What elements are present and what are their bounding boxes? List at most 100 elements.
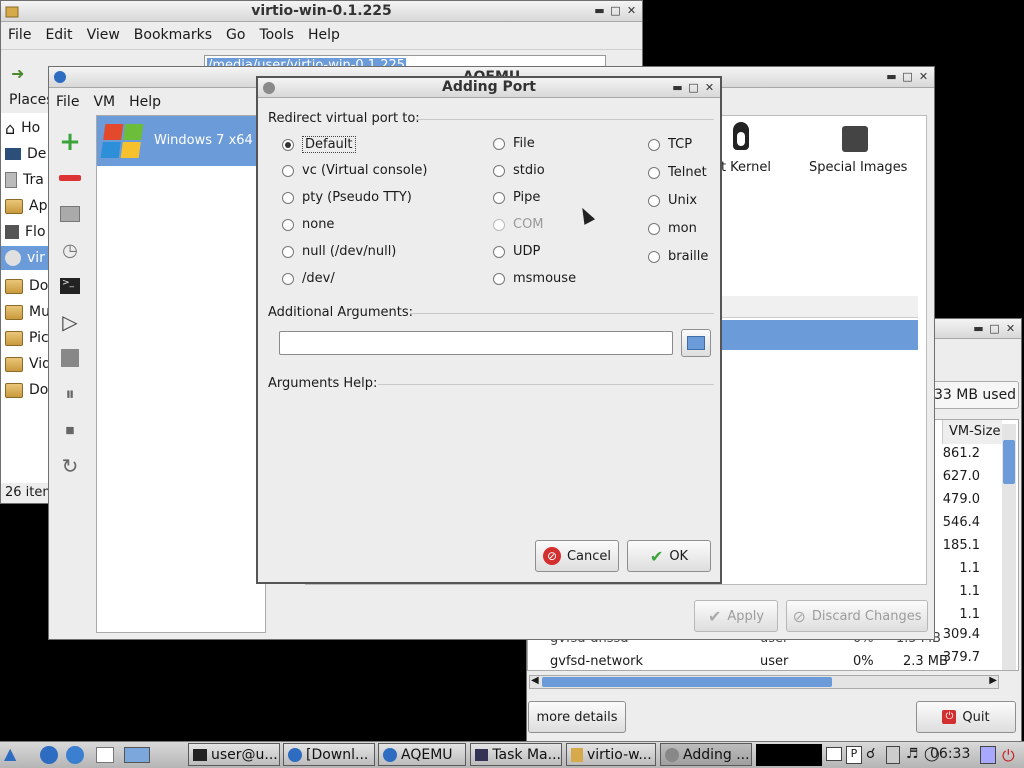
power-icon[interactable]: ⏻ [1002, 746, 1015, 766]
drive-icon[interactable] [57, 201, 83, 227]
tray-clipboard-icon[interactable] [886, 746, 900, 764]
tray-window-icon[interactable] [826, 747, 842, 761]
apply-button[interactable]: ✔ Apply [694, 600, 778, 632]
radio-null[interactable]: null (/dev/null) [282, 244, 396, 259]
radio-dot [493, 272, 505, 285]
minimize-button[interactable]: ▬ [671, 80, 684, 95]
save-icon[interactable] [57, 345, 83, 371]
more-details-button[interactable]: more details [528, 701, 626, 733]
radio-com[interactable]: COM [493, 217, 544, 232]
arguments-edit-button[interactable] [681, 329, 711, 357]
scroll-right-icon[interactable]: ▶ [989, 675, 997, 686]
menu-file[interactable]: File [1, 27, 38, 43]
horizontal-scrollbar[interactable]: ◀ ▶ [529, 675, 999, 689]
menu-go[interactable]: Go [219, 27, 252, 43]
place-videos[interactable]: Vid [5, 352, 51, 376]
minimize-button[interactable]: ▬ [593, 3, 606, 18]
maximize-button[interactable]: □ [988, 321, 1001, 336]
back-arrow-icon[interactable]: ➜ [11, 64, 24, 83]
vm-list-item-windows7[interactable]: Windows 7 x64 [97, 116, 265, 166]
taskbar-aqemu[interactable]: AQEMU [378, 743, 466, 766]
radio-vc[interactable]: vc (Virtual console) [282, 163, 427, 178]
table-row[interactable]: gvfsd-network user 0% 2.3 MB [528, 650, 1018, 670]
menu-bookmarks[interactable]: Bookmarks [127, 27, 219, 43]
radio-dev[interactable]: /dev/ [282, 271, 335, 286]
radio-udp[interactable]: UDP [493, 244, 540, 259]
close-button[interactable]: ✕ [703, 80, 716, 95]
place-downloads[interactable]: Do [5, 378, 48, 402]
radio-unix[interactable]: Unix [648, 193, 697, 208]
menu-help[interactable]: Help [301, 27, 347, 43]
taskbar-task-manager[interactable]: Task Ma... [470, 743, 562, 766]
radio-stdio[interactable]: stdio [493, 163, 545, 178]
minimize-button[interactable]: ▬ [972, 321, 985, 336]
scrollbar-thumb[interactable] [542, 677, 832, 687]
close-button[interactable]: ✕ [1004, 321, 1017, 336]
taskbar-downloads[interactable]: [Downl... [283, 743, 375, 766]
taskbar-terminal[interactable]: user@u... [188, 743, 280, 766]
menu-vm[interactable]: VM [86, 94, 122, 110]
start-icon[interactable]: ▷ [57, 309, 83, 335]
clock-icon[interactable]: ◷ [57, 237, 83, 263]
close-button[interactable]: ✕ [917, 69, 930, 84]
place-trash[interactable]: Tra [5, 168, 44, 192]
start-menu-icon[interactable]: ▲ [4, 744, 32, 766]
stop-icon[interactable]: ⏹ [57, 417, 83, 443]
clock[interactable]: 06:33 [930, 746, 970, 762]
quit-button[interactable]: ⏻ Quit [916, 701, 1016, 733]
desktop-launcher-icon[interactable] [124, 747, 150, 763]
place-home[interactable]: ⌂ Ho [5, 116, 40, 140]
scroll-left-icon[interactable]: ◀ [531, 675, 539, 686]
cancel-button[interactable]: ⊘ Cancel [535, 540, 619, 572]
place-music[interactable]: Mu [5, 300, 50, 324]
taskbar-file-manager[interactable]: virtio-w... [566, 743, 656, 766]
scrollbar-thumb[interactable] [1003, 440, 1015, 484]
menu-view[interactable]: View [80, 27, 127, 43]
place-desktop[interactable]: De [5, 142, 46, 166]
menu-help[interactable]: Help [122, 94, 168, 110]
maximize-button[interactable]: □ [687, 80, 700, 95]
place-virtio[interactable]: vir [1, 246, 49, 270]
radio-pipe[interactable]: Pipe [493, 190, 540, 205]
tray-volume-icon[interactable]: ♬ [906, 746, 919, 762]
menu-file[interactable]: File [49, 94, 86, 110]
file-manager-titlebar[interactable]: virtio-win-0.1.225 ▬ □ ✕ [1, 1, 642, 22]
menu-edit[interactable]: Edit [38, 27, 79, 43]
radio-telnet[interactable]: Telnet [648, 165, 707, 180]
remove-vm-icon[interactable] [57, 165, 83, 191]
terminal-icon[interactable]: >_ [57, 273, 83, 299]
place-pictures[interactable]: Pic [5, 326, 49, 350]
dialog-titlebar[interactable]: Adding Port ▬ □ ✕ [258, 78, 720, 98]
globe-launcher-icon[interactable] [66, 746, 84, 764]
place-applications[interactable]: Ap [5, 194, 47, 218]
radio-mon[interactable]: mon [648, 221, 697, 236]
place-documents[interactable]: Do [5, 274, 48, 298]
tray-search-icon[interactable]: ☌ [866, 746, 875, 762]
additional-arguments-input[interactable] [279, 331, 673, 355]
pause-icon[interactable]: ⏸ [57, 381, 83, 407]
radio-braille[interactable]: braille [648, 249, 708, 264]
column-header-vmsize[interactable]: VM-Size [942, 420, 1002, 444]
radio-pty[interactable]: pty (Pseudo TTY) [282, 190, 412, 205]
minimize-button[interactable]: ▬ [885, 69, 898, 84]
taskbar-adding-port[interactable]: Adding ... [660, 743, 752, 766]
tray-user-icon[interactable] [980, 746, 996, 764]
close-button[interactable]: ✕ [625, 3, 638, 18]
radio-default[interactable]: Default [282, 136, 356, 153]
place-floppy[interactable]: Flo [5, 220, 46, 244]
maximize-button[interactable]: □ [609, 3, 622, 18]
special-images-label[interactable]: Special Images [809, 160, 907, 175]
radio-tcp[interactable]: TCP [648, 137, 692, 152]
radio-file[interactable]: File [493, 136, 535, 151]
discard-changes-button[interactable]: ⊘ Discard Changes [786, 600, 928, 632]
maximize-button[interactable]: □ [901, 69, 914, 84]
ok-button[interactable]: ✔ OK [627, 540, 711, 572]
windows-launcher-icon[interactable] [96, 747, 114, 763]
tray-p-icon[interactable]: P [846, 746, 862, 764]
add-vm-icon[interactable]: + [57, 127, 83, 157]
reload-icon[interactable]: ↻ [57, 453, 83, 479]
radio-none[interactable]: none [282, 217, 334, 232]
menu-tools[interactable]: Tools [252, 27, 301, 43]
browser-launcher-icon[interactable] [40, 746, 58, 764]
radio-msmouse[interactable]: msmouse [493, 271, 576, 286]
